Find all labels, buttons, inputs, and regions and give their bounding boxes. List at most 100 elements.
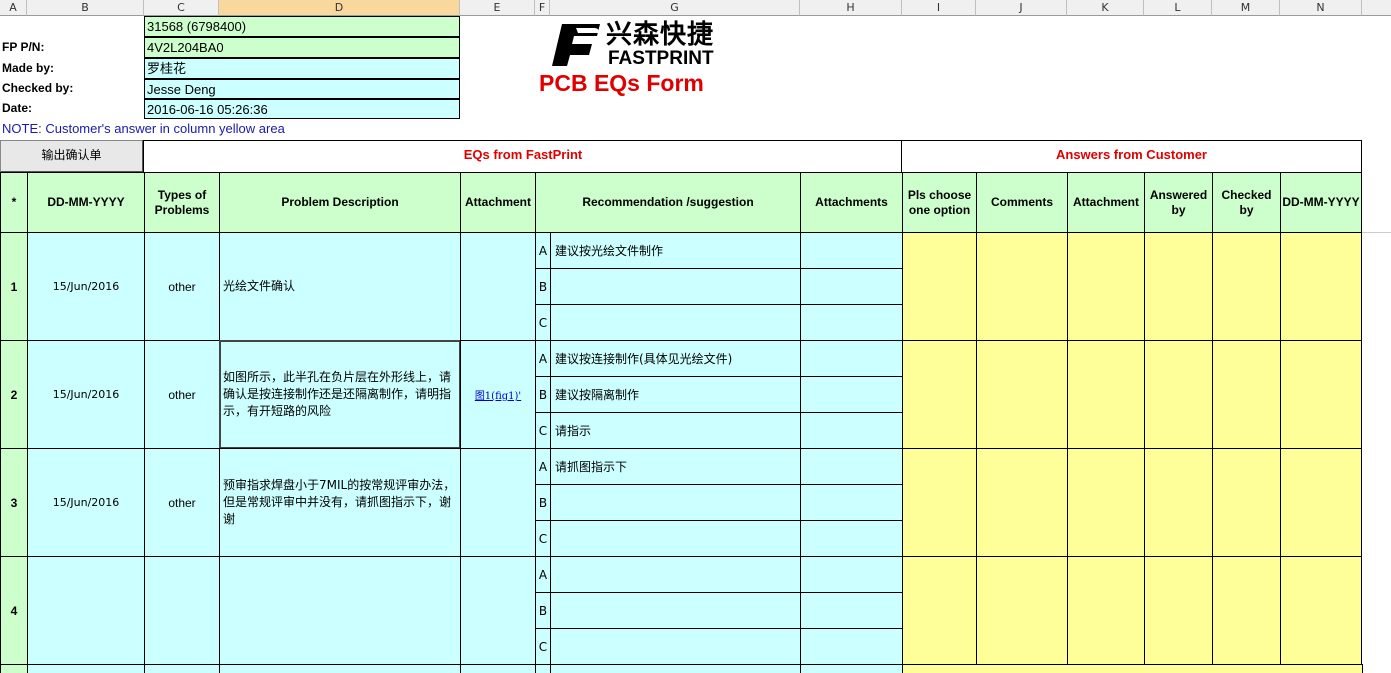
header-types: Types of Problems [144,172,220,233]
answer-date-cell[interactable] [1280,448,1362,557]
answer-attachment-cell[interactable] [1067,448,1145,557]
row-date[interactable] [27,664,145,673]
row-problem-description[interactable]: 光绘文件确认 [219,232,461,341]
row-attachment[interactable] [460,556,536,665]
option-letter: A [535,340,551,377]
answer-comments-cell[interactable] [976,340,1068,449]
option-text[interactable] [550,628,801,665]
option-attachment[interactable] [800,376,903,413]
answered-by-cell[interactable] [1144,232,1213,341]
column-header-c[interactable]: C [144,0,219,16]
row-date[interactable]: 15/Jun/2016 [27,340,145,449]
row-date[interactable]: 15/Jun/2016 [27,448,145,557]
answered-by-cell[interactable] [1144,556,1213,665]
answer-comments-cell[interactable] [976,448,1068,557]
column-header-f[interactable]: F [535,0,550,16]
option-attachment[interactable] [800,340,903,377]
option-text[interactable] [550,484,801,521]
option-attachment[interactable] [800,628,903,665]
option-text[interactable] [550,664,801,673]
answer-date-cell[interactable] [1280,556,1362,665]
option-text[interactable]: 建议按光绘文件制作 [550,232,801,269]
row-problem-type[interactable]: other [144,448,220,557]
answer-date-cell[interactable] [1280,340,1362,449]
answer-choose-cell[interactable] [902,556,977,665]
order-number-cell[interactable]: 31568 (6798400) [144,16,460,37]
option-text[interactable] [550,520,801,557]
row-problem-description[interactable] [219,664,461,673]
row-attachment[interactable]: 图1(fig1)' [460,340,536,449]
header-checked-by: Checked by [1212,172,1281,233]
column-header-l[interactable]: L [1144,0,1212,16]
row-attachment[interactable] [460,232,536,341]
option-attachment[interactable] [800,412,903,449]
option-text[interactable]: 请抓图指示下 [550,448,801,485]
answer-attachment-cell[interactable] [1067,340,1145,449]
option-text[interactable]: 建议按连接制作(具体见光绘文件) [550,340,801,377]
option-attachment[interactable] [800,664,903,673]
option-text[interactable] [550,556,801,593]
column-header-d[interactable]: D [219,0,460,16]
header-answer-date: DD-MM-YYYY [1280,172,1362,233]
option-text[interactable] [550,592,801,629]
row-attachment[interactable] [460,448,536,557]
row-problem-type[interactable]: other [144,340,220,449]
option-attachment[interactable] [800,592,903,629]
row-problem-description[interactable] [219,556,461,665]
option-attachment[interactable] [800,268,903,305]
option-text[interactable] [550,304,801,341]
option-text[interactable]: 请指示 [550,412,801,449]
answer-choose-cell[interactable] [902,232,977,341]
column-header-k[interactable]: K [1067,0,1144,16]
answer-attachment-cell[interactable] [1067,556,1145,665]
export-confirmation-button[interactable]: 输出确认单 [0,140,143,172]
option-attachment[interactable] [800,232,903,269]
fp-pn-cell[interactable]: 4V2L204BA0 [144,37,460,58]
made-by-cell[interactable]: 罗桂花 [144,58,460,79]
answer-choose-cell[interactable] [902,448,977,557]
answer-comments-cell[interactable] [976,556,1068,665]
option-attachment[interactable] [800,448,903,485]
option-attachment[interactable] [800,520,903,557]
date-cell[interactable]: 2016-06-16 05:26:36 [144,99,460,119]
column-header-m[interactable]: M [1212,0,1280,16]
attachment-link[interactable]: 图1(fig1)' [475,387,521,402]
checked-by-cell[interactable] [1212,448,1281,557]
option-text[interactable] [550,268,801,305]
answer-choose-cell[interactable] [902,340,977,449]
checked-by-cell[interactable] [1212,232,1281,341]
option-letter: B [535,376,551,413]
row-date[interactable] [27,556,145,665]
column-header-h[interactable]: H [800,0,902,16]
checked-by-cell[interactable] [1212,340,1281,449]
option-attachment[interactable] [800,484,903,521]
row-problem-description[interactable]: 如图所示，此半孔在负片层在外形线上，请确认是按连接制作还是还隔离制作，请明指示，… [219,340,461,449]
column-header-j[interactable]: J [976,0,1067,16]
row-problem-type[interactable] [144,664,220,673]
row-attachment[interactable] [460,664,536,673]
header-comments: Comments [976,172,1068,233]
row-problem-type[interactable] [144,556,220,665]
option-attachment[interactable] [800,556,903,593]
gridline [1362,232,1391,233]
row-problem-description[interactable]: 预审指求焊盘小于7MIL的按常规评审办法，但是常规评审中并没有，请抓图指示下，谢… [219,448,461,557]
answer-date-cell[interactable] [1280,232,1362,341]
answer-comments-cell[interactable] [976,232,1068,341]
row-date[interactable]: 15/Jun/2016 [27,232,145,341]
answered-by-cell[interactable] [1144,448,1213,557]
answer-area[interactable] [902,664,1363,673]
form-title: PCB EQs Form [539,70,704,96]
checked-by-cell[interactable]: Jesse Deng [144,79,460,99]
column-header-g[interactable]: G [550,0,800,16]
answer-attachment-cell[interactable] [1067,232,1145,341]
column-header-a[interactable]: A [0,0,27,16]
column-header-b[interactable]: B [27,0,144,16]
checked-by-cell[interactable] [1212,556,1281,665]
column-header-i[interactable]: I [902,0,976,16]
option-attachment[interactable] [800,304,903,341]
option-text[interactable]: 建议按隔离制作 [550,376,801,413]
column-header-n[interactable]: N [1280,0,1362,16]
answered-by-cell[interactable] [1144,340,1213,449]
row-problem-type[interactable]: other [144,232,220,341]
column-header-e[interactable]: E [460,0,535,16]
